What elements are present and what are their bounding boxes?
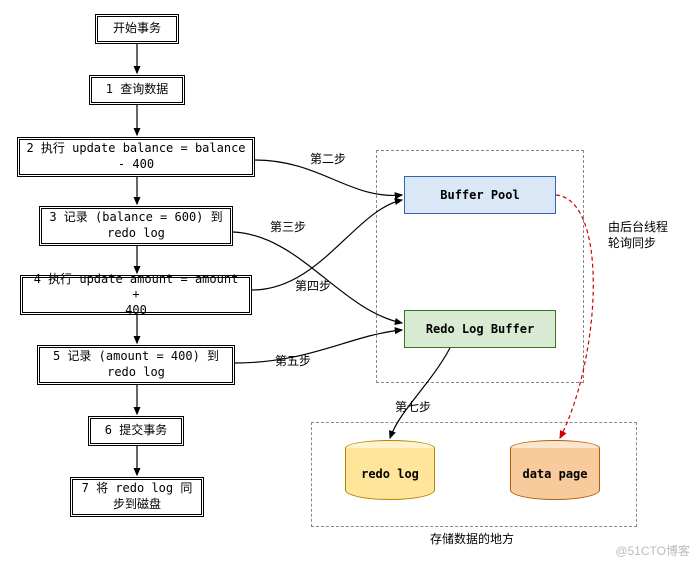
flow-step-7-label: 7 将 redo log 同 步到磁盘 bbox=[82, 481, 193, 512]
storage-group-label: 存储数据的地方 bbox=[430, 530, 514, 547]
flow-step-4-label: 4 执行 update amount = amount + 400 bbox=[29, 272, 243, 319]
edge-label-step5: 第五步 bbox=[275, 352, 311, 369]
flow-step-2: 2 执行 update balance = balance - 400 bbox=[17, 137, 255, 177]
redo-log-cylinder: redo log bbox=[345, 440, 435, 500]
data-page-label: data page bbox=[522, 467, 587, 481]
flow-step-6: 6 提交事务 bbox=[88, 416, 184, 446]
flow-start: 开始事务 bbox=[95, 14, 179, 44]
flow-step-3-label: 3 记录 (balance = 600) 到 redo log bbox=[49, 210, 222, 241]
redo-log-label: redo log bbox=[361, 467, 419, 481]
edge-label-step4: 第四步 bbox=[295, 277, 331, 294]
flow-step-5: 5 记录 (amount = 400) 到 redo log bbox=[37, 345, 235, 385]
redo-log-buffer-box: Redo Log Buffer bbox=[404, 310, 556, 348]
flow-step-3: 3 记录 (balance = 600) 到 redo log bbox=[39, 206, 233, 246]
flow-step-5-label: 5 记录 (amount = 400) 到 redo log bbox=[53, 349, 219, 380]
flow-step-7: 7 将 redo log 同 步到磁盘 bbox=[70, 477, 204, 517]
flow-start-label: 开始事务 bbox=[113, 21, 161, 37]
bg-sync-line1: 由后台线程 bbox=[608, 220, 668, 234]
flow-step-2-label: 2 执行 update balance = balance - 400 bbox=[26, 141, 245, 172]
flow-step-4: 4 执行 update amount = amount + 400 bbox=[20, 275, 252, 315]
flow-step-1-label: 1 查询数据 bbox=[106, 82, 168, 98]
edge-label-step2: 第二步 bbox=[310, 150, 346, 167]
buffer-pool-box: Buffer Pool bbox=[404, 176, 556, 214]
flow-step-6-label: 6 提交事务 bbox=[105, 423, 167, 439]
data-page-cylinder: data page bbox=[510, 440, 600, 500]
edge-label-step3: 第三步 bbox=[270, 218, 306, 235]
buffer-pool-label: Buffer Pool bbox=[440, 188, 519, 202]
edge-label-step7: 第七步 bbox=[395, 398, 431, 415]
bg-sync-line2: 轮询同步 bbox=[608, 236, 656, 250]
flow-step-1: 1 查询数据 bbox=[89, 75, 185, 105]
redo-log-buffer-label: Redo Log Buffer bbox=[426, 322, 534, 336]
edge-label-bg-sync: 由后台线程 轮询同步 bbox=[608, 220, 668, 251]
watermark: @51CTO博客 bbox=[615, 542, 690, 559]
